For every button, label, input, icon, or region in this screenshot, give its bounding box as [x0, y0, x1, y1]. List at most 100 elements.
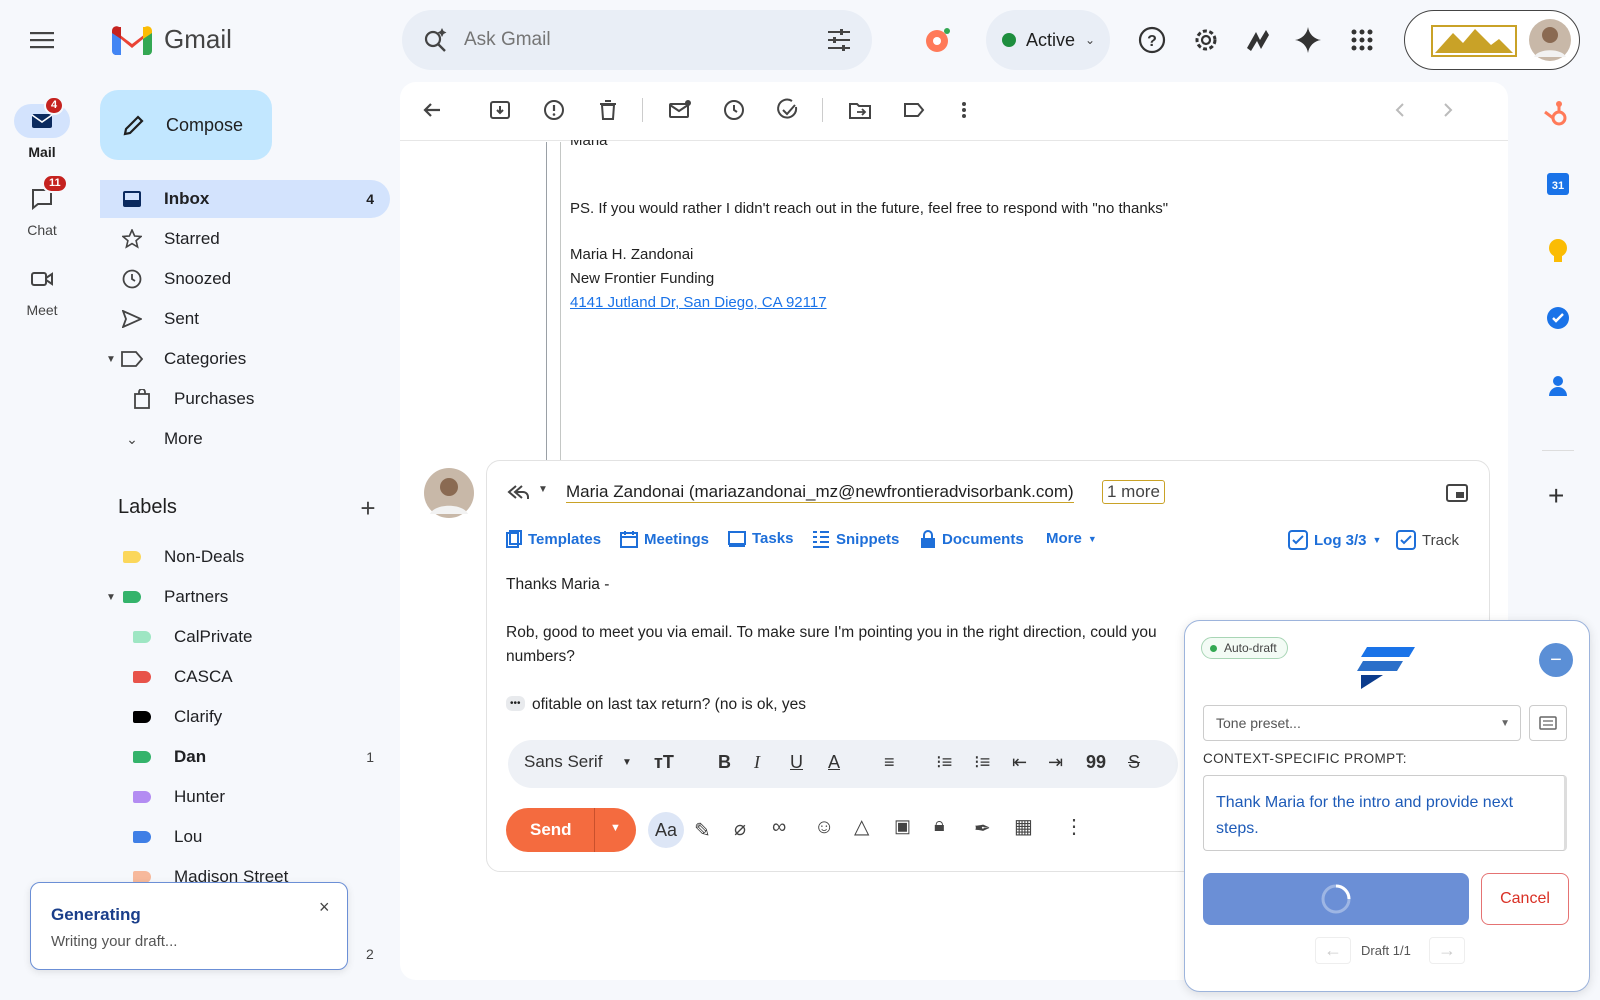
mark-unread-icon[interactable]: [666, 96, 694, 124]
label-item[interactable]: ▼ Partners: [100, 578, 390, 616]
more-tab[interactable]: More ▼: [1046, 530, 1097, 547]
reply-body[interactable]: Thanks Maria - Rob, good to meet you via…: [506, 576, 1186, 716]
next-draft-arrow-icon[interactable]: →: [1429, 937, 1465, 964]
more-vert-icon[interactable]: [950, 96, 978, 124]
nav-starred[interactable]: Starred: [100, 220, 390, 258]
newer-chevron-icon[interactable]: [1386, 96, 1414, 124]
older-chevron-icon[interactable]: [1434, 96, 1462, 124]
close-icon[interactable]: ×: [319, 897, 330, 918]
nav-sent[interactable]: Sent: [100, 300, 390, 338]
log-toggle[interactable]: Log 3/3 ▼: [1288, 530, 1381, 550]
reply-all-icon[interactable]: [506, 482, 530, 502]
signature-pen-icon[interactable]: ✒: [974, 816, 991, 841]
calendar-app-icon[interactable]: 31: [1546, 172, 1570, 196]
compose-button[interactable]: Compose: [100, 90, 272, 160]
formatting-toggle-icon[interactable]: Aa: [648, 812, 684, 848]
label-item[interactable]: CalPrivate: [100, 618, 390, 656]
label-item[interactable]: Non-Deals: [100, 538, 390, 576]
numbered-list-icon[interactable]: ⁝≡: [936, 752, 952, 773]
snippets-tab[interactable]: Snippets: [812, 530, 899, 548]
nav-purchases[interactable]: Purchases: [100, 380, 390, 418]
indent-more-icon[interactable]: ⇥: [1048, 752, 1063, 773]
indent-less-icon[interactable]: ⇤: [1012, 752, 1027, 773]
send-button[interactable]: Send ▼: [506, 808, 636, 852]
gemini-sparkle-icon[interactable]: [1292, 24, 1324, 56]
label-item[interactable]: Hunter: [100, 778, 390, 816]
cancel-button[interactable]: Cancel: [1481, 873, 1569, 925]
align-icon[interactable]: ≡: [884, 752, 895, 773]
collapsed-trim-icon[interactable]: •••: [506, 696, 525, 711]
search-input[interactable]: [464, 24, 804, 56]
expand-caret-icon[interactable]: ▼: [106, 592, 116, 603]
label-item[interactable]: Lou: [100, 818, 390, 856]
settings-gear-icon[interactable]: [1190, 24, 1222, 56]
status-dropdown[interactable]: Active ⌄: [986, 10, 1110, 70]
strikethrough-icon[interactable]: S: [1128, 752, 1140, 773]
main-menu-icon[interactable]: [24, 26, 60, 54]
send-options-caret-icon[interactable]: ▼: [610, 822, 621, 834]
attachment-icon[interactable]: ⌀: [734, 816, 746, 841]
delete-icon[interactable]: [594, 96, 622, 124]
search-options-icon[interactable]: [826, 27, 852, 53]
meetings-tab[interactable]: Meetings: [620, 530, 709, 548]
italic-icon[interactable]: I: [754, 752, 760, 773]
hubspot-icon[interactable]: [922, 24, 954, 56]
archive-icon[interactable]: [486, 96, 514, 124]
expand-caret-icon[interactable]: ▼: [106, 354, 116, 365]
font-size-icon[interactable]: тT: [654, 752, 674, 773]
more-recipients-chip[interactable]: 1 more: [1102, 480, 1165, 504]
contacts-icon[interactable]: [1548, 374, 1568, 398]
generate-button-loading[interactable]: [1203, 873, 1469, 925]
emoji-icon[interactable]: ☺: [814, 816, 834, 839]
add-label-icon[interactable]: +: [354, 493, 382, 523]
label-item[interactable]: Clarify: [100, 698, 390, 736]
documents-tab[interactable]: Documents: [920, 530, 1024, 548]
snooze-clock-icon[interactable]: [720, 96, 748, 124]
label-icon[interactable]: [900, 96, 928, 124]
reply-type-caret-icon[interactable]: ▼: [538, 484, 548, 495]
insert-photo-icon[interactable]: ▣: [894, 816, 911, 837]
drive-icon[interactable]: △: [854, 814, 869, 839]
keyboard-icon[interactable]: [1529, 705, 1567, 741]
back-arrow-icon[interactable]: [418, 96, 446, 124]
hubspot-sidebar-icon[interactable]: [1542, 100, 1572, 130]
prompt-textarea[interactable]: Thank Maria for the intro and provide ne…: [1203, 775, 1567, 851]
underline-icon[interactable]: U: [790, 752, 803, 773]
extension-icon[interactable]: [1242, 24, 1274, 56]
templates-tab[interactable]: Templates: [506, 530, 601, 548]
quote-icon[interactable]: 99: [1086, 752, 1106, 773]
move-to-icon[interactable]: [846, 96, 874, 124]
minimize-button[interactable]: −: [1539, 643, 1573, 677]
bold-icon[interactable]: B: [718, 752, 731, 773]
rail-chat[interactable]: 11 Chat: [0, 174, 84, 238]
tasks-app-icon[interactable]: [1546, 306, 1570, 330]
nav-snoozed[interactable]: Snoozed: [100, 260, 390, 298]
get-addons-plus-icon[interactable]: +: [1548, 480, 1564, 512]
signature-address-link[interactable]: 4141 Jutland Dr, San Diego, CA 92117: [570, 294, 827, 311]
magic-wand-icon[interactable]: ✎: [694, 818, 711, 843]
add-task-icon[interactable]: [774, 96, 802, 124]
nav-more[interactable]: ⌄ More: [100, 420, 390, 458]
nav-categories[interactable]: ▼ Categories: [100, 340, 390, 378]
pop-out-icon[interactable]: [1446, 484, 1468, 502]
search-bar[interactable]: [402, 10, 872, 70]
rail-meet[interactable]: Meet: [0, 262, 84, 318]
more-options-icon[interactable]: ⋮: [1064, 814, 1084, 839]
gmail-logo[interactable]: Gmail: [112, 24, 232, 55]
confidential-lock-icon[interactable]: 🔒︎: [934, 814, 945, 837]
report-spam-icon[interactable]: [540, 96, 568, 124]
account-switcher[interactable]: [1404, 10, 1580, 70]
text-color-icon[interactable]: A: [828, 752, 840, 773]
label-item[interactable]: Dan 1: [100, 738, 390, 776]
bulleted-list-icon[interactable]: ⁝≡: [974, 752, 990, 773]
prev-draft-arrow-icon[interactable]: ←: [1315, 937, 1351, 964]
rail-mail[interactable]: 4 Mail: [0, 96, 84, 160]
insert-link-icon[interactable]: ∞: [772, 816, 786, 839]
nav-inbox[interactable]: Inbox 4: [100, 180, 390, 218]
track-toggle[interactable]: Track: [1396, 530, 1459, 550]
reply-recipient[interactable]: Maria Zandonai (mariazandonai_mz@newfron…: [566, 482, 1074, 503]
tasks-tab[interactable]: Tasks: [728, 530, 793, 547]
help-icon[interactable]: ?: [1136, 24, 1168, 56]
tone-preset-select[interactable]: Tone preset... ▼: [1203, 705, 1521, 741]
keep-bulb-icon[interactable]: [1548, 238, 1568, 264]
